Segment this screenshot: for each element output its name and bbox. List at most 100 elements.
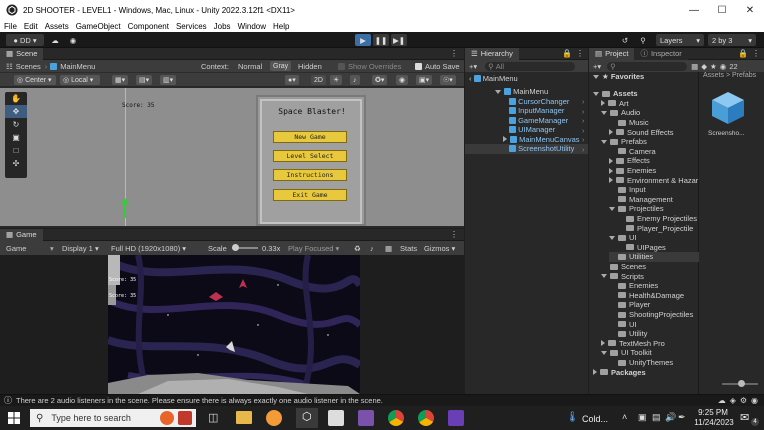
collapse-arrow-icon[interactable] <box>601 100 605 107</box>
windows-start-icon[interactable] <box>8 412 20 424</box>
new-game-button[interactable]: New Game <box>273 131 347 143</box>
more-options-icon[interactable]: ⋮ <box>450 49 458 58</box>
favorite-icon[interactable]: ★ <box>710 62 717 71</box>
unity-hub-icon[interactable]: ⬡ <box>296 408 318 428</box>
project-tree-item[interactable]: UI <box>609 319 637 329</box>
project-tree-item[interactable]: UI Toolkit <box>601 348 652 358</box>
expand-arrow-icon[interactable] <box>601 139 607 144</box>
chrome-icon[interactable] <box>388 410 404 426</box>
project-tree-item[interactable]: TextMesh Pro <box>601 339 665 349</box>
scenes-link[interactable]: Scenes <box>16 62 41 71</box>
project-tree-item[interactable]: Prefabs <box>601 137 647 147</box>
hierarchy-search-input[interactable]: ⚲ All <box>485 61 576 71</box>
project-tree-item[interactable]: Art <box>601 99 629 109</box>
collapse-arrow-icon[interactable] <box>609 177 613 184</box>
file-explorer-icon[interactable] <box>236 411 252 424</box>
rect-tool-icon[interactable]: □ <box>5 144 27 157</box>
menu-window[interactable]: Window <box>238 22 266 31</box>
snap-settings-icon[interactable]: ▥▾ <box>160 75 177 85</box>
history-icon[interactable]: ↺ <box>618 34 632 46</box>
gift-icon[interactable] <box>178 411 192 425</box>
display-dropdown[interactable]: Display 1 ▾ <box>62 244 99 253</box>
project-tree-item[interactable]: Sound Effects <box>609 127 674 137</box>
game-view-dropdown[interactable]: Game <box>6 244 26 253</box>
game-viewport[interactable] <box>108 255 360 394</box>
account-dropdown[interactable]: ● DD ▾ <box>6 34 44 46</box>
close-icon[interactable]: ✕ <box>736 0 764 20</box>
cloud-icon[interactable]: ☁ <box>48 34 62 46</box>
project-tree-item[interactable]: Effects <box>609 156 650 166</box>
scene-name[interactable]: MainMenu <box>60 62 95 71</box>
audio-toggle-icon[interactable]: ♪ <box>350 75 360 85</box>
pivot-dropdown[interactable]: ◎ Center ▾ <box>14 75 56 85</box>
collapse-arrow-icon[interactable] <box>609 129 613 136</box>
move-gizmo-icon[interactable] <box>118 198 132 218</box>
scale-slider[interactable] <box>232 244 258 251</box>
filter-type-icon[interactable]: ▦ <box>691 62 698 71</box>
tab-inspector[interactable]: ⓘ Inspector <box>634 47 688 60</box>
expand-arrow-icon[interactable] <box>609 206 615 211</box>
transform-tool-icon[interactable]: ✣ <box>5 157 27 170</box>
collapse-arrow-icon[interactable] <box>609 167 613 174</box>
project-tree-item[interactable]: Utility <box>609 329 647 339</box>
menu-assets[interactable]: Assets <box>45 22 69 31</box>
context-normal[interactable]: Normal <box>238 62 262 71</box>
rotate-tool-icon[interactable]: ↻ <box>5 118 27 131</box>
hierarchy-item[interactable]: InputManager <box>509 106 564 116</box>
project-tree-item[interactable]: Health&Damage <box>609 291 684 301</box>
filter-label-icon[interactable]: ◆ <box>701 62 707 71</box>
stats-grid-icon[interactable]: ▦ <box>385 244 392 253</box>
expand-arrow-icon[interactable] <box>601 110 607 115</box>
project-tree-item[interactable]: UIPages <box>617 243 666 253</box>
project-search-input[interactable]: ⚲ <box>607 61 688 71</box>
menu-component[interactable]: Component <box>128 22 169 31</box>
progress-icon[interactable]: ◈ <box>730 396 736 405</box>
pause-button[interactable]: ❚❚ <box>373 34 389 46</box>
menu-file[interactable]: File <box>4 22 17 31</box>
hierarchy-item[interactable]: GameManager <box>509 116 568 126</box>
lock-icon[interactable]: 🔒 <box>562 49 572 58</box>
expand-arrow-icon[interactable] <box>601 350 607 355</box>
more-options-icon[interactable]: ⋮ <box>576 49 584 58</box>
network-icon[interactable]: ▤ <box>652 412 661 423</box>
play-button[interactable]: ▶ <box>355 34 371 46</box>
collapse-arrow-icon[interactable] <box>609 157 613 164</box>
icon-size-slider[interactable] <box>722 380 758 387</box>
clock-time[interactable]: 9:25 PM <box>698 408 728 417</box>
lighting-icon[interactable]: ☀ <box>330 75 343 85</box>
maximize-icon[interactable]: ☐ <box>708 0 736 20</box>
auto-save-checkbox[interactable] <box>415 63 422 70</box>
gizmos-icon[interactable]: ☉▾ <box>440 75 456 85</box>
minimize-icon[interactable]: — <box>680 0 708 20</box>
visual-studio-2-icon[interactable] <box>448 410 464 426</box>
2d-toggle[interactable]: 2D <box>311 75 326 85</box>
project-tree-item[interactable]: Enemies <box>609 166 656 176</box>
hierarchy-item[interactable]: MainMenuCanvas <box>503 135 580 145</box>
collapse-arrow-icon[interactable] <box>593 369 597 376</box>
search-highlight-icon[interactable] <box>160 411 174 425</box>
camera-icon[interactable]: ▣▾ <box>416 75 433 85</box>
snap-increment-icon[interactable]: ▤▾ <box>136 75 153 85</box>
expand-arrow-icon[interactable] <box>601 274 607 279</box>
instructions-button[interactable]: Instructions <box>273 169 347 181</box>
expand-arrow-icon[interactable] <box>609 235 615 240</box>
debug-icon[interactable]: ◉ <box>751 396 758 405</box>
project-tree-item[interactable]: Audio <box>601 108 640 118</box>
draw-mode-icon[interactable]: ●▾ <box>285 75 299 85</box>
expand-arrow-icon[interactable] <box>593 91 599 96</box>
weather-text[interactable]: Cold... <box>582 414 608 424</box>
unity-icon[interactable] <box>328 410 344 426</box>
lock-icon[interactable]: 🔒 <box>738 49 748 58</box>
visibility-icon[interactable]: ◉ <box>396 75 409 85</box>
collab-icon[interactable]: ◉ <box>66 34 80 46</box>
resolution-dropdown[interactable]: Full HD (1920x1080) ▾ <box>111 244 186 253</box>
project-tree-item[interactable]: Enemy Projectiles <box>617 214 697 224</box>
tray-chevron-icon[interactable]: ˄ <box>622 412 627 422</box>
project-tree-item[interactable]: Camera <box>609 147 656 157</box>
space-dropdown[interactable]: ◎ Local ▾ <box>60 75 100 85</box>
pen-icon[interactable]: ✒ <box>678 412 686 423</box>
scene-viewport[interactable]: ✋ ✥ ↻ ▣ □ ✣ Score: 35 Space Blaster! New… <box>0 88 464 226</box>
add-icon[interactable]: +▾ <box>593 62 601 71</box>
context-gray[interactable]: Gray <box>270 61 292 71</box>
project-tree-item[interactable]: Environment & Hazar <box>609 175 698 185</box>
